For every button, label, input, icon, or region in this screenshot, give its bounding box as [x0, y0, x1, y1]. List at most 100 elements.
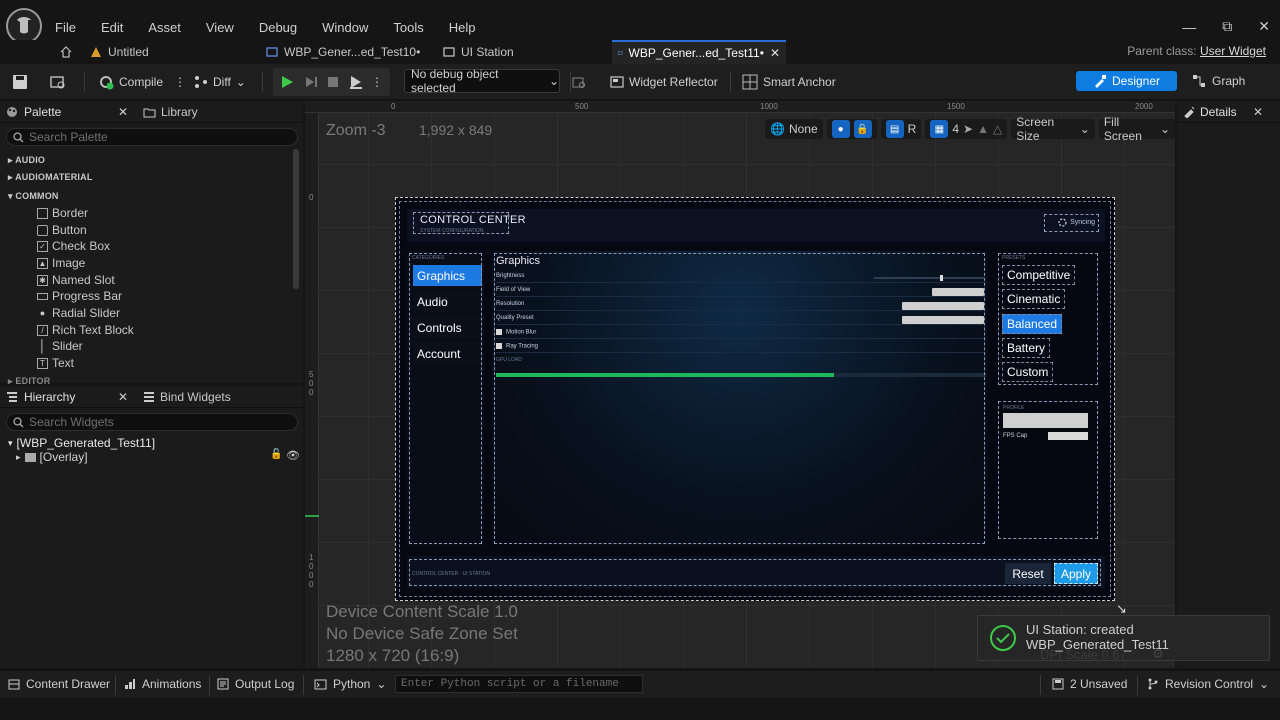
palette-item-image[interactable]: ▲ Image — [37, 256, 85, 270]
category-audio[interactable]: ▸ AUDIO — [8, 155, 45, 166]
revision-control-dropdown[interactable]: Revision Control ⌄ — [1147, 677, 1269, 691]
hierarchy-root[interactable]: ▾ [WBP_Generated_Test11] — [8, 436, 155, 450]
python-console-dropdown[interactable]: Python ⌄ — [314, 677, 386, 691]
content-drawer-button[interactable]: Content Drawer — [8, 677, 110, 691]
palette-item-progress-bar[interactable]: Progress Bar — [37, 289, 122, 303]
canvas-resolution: 1,992 x 849 — [419, 122, 493, 138]
category-audiomaterial[interactable]: ▸ AUDIOMATERIAL — [8, 172, 93, 183]
animations-button[interactable]: Animations — [124, 677, 201, 691]
unsaved-icon — [1052, 678, 1064, 690]
search-placeholder: Search Palette — [29, 130, 108, 144]
palette-item-rich-text-block[interactable]: / Rich Text Block — [37, 323, 134, 337]
tab-ui-station[interactable]: UI Station — [443, 40, 514, 64]
debug-object-select[interactable]: No debug object selected ⌄ — [404, 67, 560, 95]
menu-help[interactable]: Help — [449, 20, 476, 35]
palette-item-text[interactable]: T Text — [37, 356, 74, 370]
root-widget-label: [WBP_Generated_Test11] — [16, 436, 156, 450]
hierarchy-search-input[interactable]: Search Widgets — [6, 413, 298, 431]
menu-file[interactable]: File — [55, 20, 76, 35]
warning-icon: △ — [992, 122, 1003, 136]
diff-icon — [195, 76, 207, 88]
save-button[interactable] — [12, 71, 28, 93]
checkbox-icon: ✓ — [37, 240, 48, 252]
chevron-down-icon: ⌄ — [235, 75, 246, 89]
slider-icon: │ — [38, 339, 47, 353]
tab-test11[interactable]: WBP_Gener...ed_Test11• ✕ — [612, 40, 786, 64]
palette-item-checkbox[interactable]: ✓ Check Box — [37, 239, 110, 253]
palette-item-button[interactable]: Button — [37, 223, 87, 237]
browse-icon — [572, 77, 585, 88]
menu-tools[interactable]: Tools — [393, 20, 423, 35]
hierarchy-overlay[interactable]: ▸ [Overlay] — [16, 450, 88, 464]
locale-button[interactable]: 🌐 None — [765, 119, 823, 139]
brush-icon — [1094, 74, 1106, 88]
menu-asset[interactable]: Asset — [148, 20, 181, 35]
success-check-icon — [990, 625, 1016, 651]
search-placeholder: Search Widgets — [29, 415, 114, 429]
palette-item-named-slot[interactable]: ✱ Named Slot — [37, 273, 115, 287]
fill-screen-dropdown[interactable]: Fill Screen ⌄ — [1098, 115, 1175, 143]
close-tab-icon[interactable]: ✕ — [118, 390, 128, 404]
browse-button[interactable] — [50, 71, 66, 93]
output-log-button[interactable]: Output Log — [217, 677, 294, 691]
details-tabs: Details ✕ — [1177, 101, 1280, 123]
designer-mode-button[interactable]: Designer — [1076, 71, 1177, 91]
palette-item-radial-slider[interactable]: ● Radial Slider — [37, 306, 120, 320]
menu-view[interactable]: View — [206, 20, 234, 35]
tab-test10[interactable]: WBP_Gener...ed_Test10• — [266, 40, 420, 64]
parent-class-link[interactable]: User Widget — [1200, 44, 1266, 58]
screen-size-dropdown[interactable]: Screen Size ⌄ — [1011, 115, 1095, 143]
python-input[interactable]: Enter Python script or a filename — [395, 675, 643, 693]
maximize-icon[interactable]: ⧉ — [1222, 18, 1232, 35]
more-options-icon[interactable]: ⋮ — [174, 75, 186, 89]
palette-search-input[interactable]: Search Palette — [6, 128, 298, 146]
more-options-icon[interactable]: ⋮ — [371, 75, 383, 89]
console-icon — [314, 679, 327, 689]
step-icon[interactable] — [304, 75, 318, 89]
graph-mode-button[interactable]: Graph — [1192, 71, 1245, 91]
smart-anchor-button[interactable]: Smart Anchor — [742, 71, 836, 93]
tab-palette[interactable]: Palette — [6, 105, 61, 119]
tab-untitled[interactable]: Untitled — [90, 40, 149, 64]
menu-debug[interactable]: Debug — [259, 20, 297, 35]
stop-icon[interactable] — [327, 76, 339, 88]
minimize-icon[interactable]: — — [1182, 19, 1196, 35]
widget-preview[interactable]: CONTROL CENTER SYSTEM CONFIGURATION Sync… — [395, 197, 1115, 601]
library-tab-label: Library — [161, 105, 198, 119]
category-common[interactable]: ▾ COMMON — [8, 191, 59, 202]
lock-icon[interactable]: 🔓 — [270, 449, 282, 460]
tab-bind-widgets[interactable]: Bind Widgets — [143, 390, 231, 404]
palette-icon — [7, 107, 17, 117]
widget-reflector-button[interactable]: Widget Reflector — [610, 71, 718, 93]
home-tab[interactable] — [60, 40, 72, 64]
palette-scrollbar[interactable] — [293, 149, 299, 289]
respect-locks-toggle[interactable]: ▤ R — [880, 119, 922, 139]
unreal-logo-icon[interactable] — [6, 8, 42, 44]
menu-edit[interactable]: Edit — [101, 20, 123, 35]
close-window-icon[interactable]: ✕ — [1258, 18, 1270, 35]
designer-canvas[interactable]: 0 500 1000 1500 2000 0 5 0 0 1 0 0 0 Zoo… — [305, 101, 1175, 668]
eject-icon[interactable] — [349, 75, 363, 89]
tab-hierarchy[interactable]: Hierarchy — [6, 390, 75, 404]
tab-library[interactable]: Library — [143, 105, 198, 119]
close-tab-icon[interactable]: ✕ — [770, 46, 780, 60]
compile-button[interactable]: Compile ⋮ — [98, 71, 186, 93]
grid-snap-toggle[interactable]: ▦ 4 ➤ ▲ △ — [925, 119, 1008, 139]
window-icon — [443, 47, 455, 57]
unsaved-button[interactable]: 2 Unsaved — [1052, 677, 1127, 691]
diff-button[interactable]: Diff ⌄ — [194, 71, 246, 93]
debug-browse-button[interactable] — [572, 71, 586, 93]
tab-details[interactable]: Details — [1183, 105, 1237, 119]
palette-item-border[interactable]: Border — [37, 206, 88, 220]
play-icon[interactable] — [280, 75, 294, 89]
tab-label: WBP_Gener...ed_Test10• — [284, 45, 421, 59]
close-tab-icon[interactable]: ✕ — [118, 105, 128, 119]
notification-toast[interactable]: DPI Scale 0.67 UI Station: created WBP_G… — [977, 615, 1270, 662]
menu-window[interactable]: Window — [322, 20, 368, 35]
palette-item-slider[interactable]: │ Slider — [37, 339, 83, 353]
close-tab-icon[interactable]: ✕ — [1253, 105, 1263, 119]
eye-icon[interactable]: 👁 — [286, 449, 300, 462]
toast-line2: WBP_Generated_Test11 — [1026, 637, 1169, 652]
device-scale-text: Device Content Scale 1.0 — [326, 602, 518, 621]
lock-toggle[interactable]: ● 🔒 — [826, 119, 877, 139]
